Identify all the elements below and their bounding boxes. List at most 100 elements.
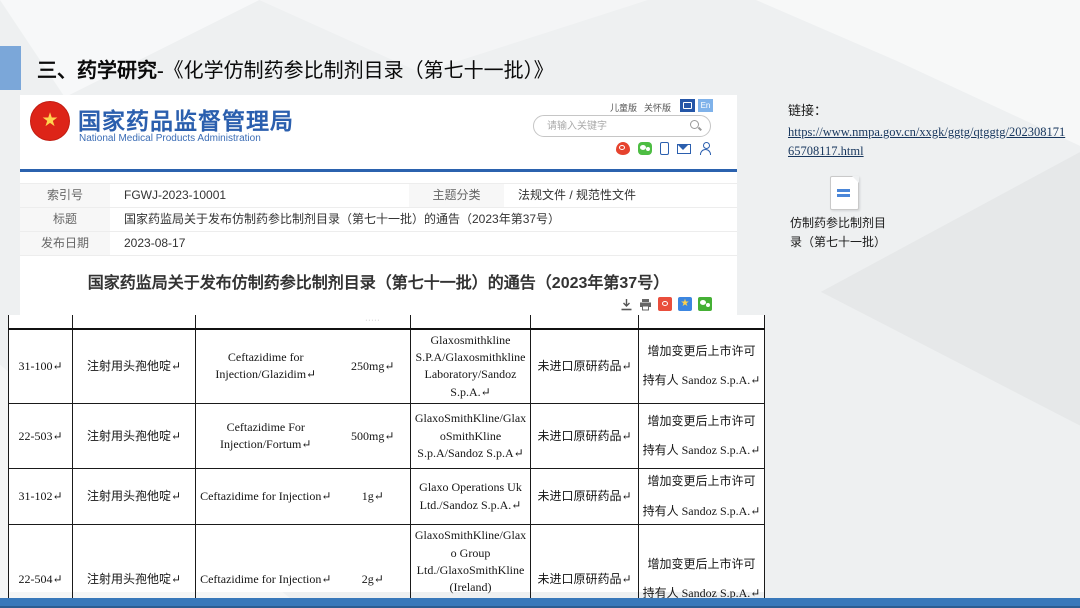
notice-action-icons: ★ bbox=[620, 297, 712, 311]
slide: 三、药学研究-《化学仿制药参比制剂目录（第七十一批）》 国家药品监督管理局 Na… bbox=[0, 0, 1080, 608]
cell-holder: GlaxoSmithKline/GlaxoSmithKline S.p.A/Sa… bbox=[411, 404, 531, 469]
meta-category-label: 主题分类 bbox=[409, 184, 504, 207]
cell-name-cn: 注射用头孢他啶↵ bbox=[73, 329, 196, 404]
illegible-partial-text: ····· bbox=[336, 315, 411, 329]
table-row: 22-503↵ 注射用头孢他啶↵ Ceftazidime For Injecti… bbox=[9, 404, 765, 469]
cell-name-en: Ceftazidime For Injection/Fortum↵ bbox=[196, 404, 336, 469]
cell-id: 31-102↵ bbox=[9, 469, 73, 525]
catalog-table-panel: ····· 31-100↵ 注射用头孢他啶↵ Ceftazidime for I… bbox=[8, 315, 764, 592]
remark-line2: 持有人 Sandoz S.p.A.↵ bbox=[642, 503, 761, 520]
header-divider bbox=[20, 169, 737, 172]
cell-id: 31-100↵ bbox=[9, 329, 73, 404]
cell-holder: GlaxoSmithKline/Glaxo Group Ltd./GlaxoSm… bbox=[411, 525, 531, 608]
title-accent-bar bbox=[0, 46, 21, 90]
table-row: 22-504↵ 注射用头孢他啶↵ Ceftazidime for Injecti… bbox=[9, 525, 765, 608]
remark-line1: 增加变更后上市许可 bbox=[642, 473, 761, 490]
top-links: 儿童版 关怀版 bbox=[610, 101, 671, 114]
nmpa-notice-link[interactable]: https://www.nmpa.gov.cn/xxgk/ggtg/qtggtg… bbox=[788, 123, 1066, 162]
cell-id: 22-503↵ bbox=[9, 404, 73, 469]
share-wechat-icon[interactable] bbox=[698, 297, 712, 311]
care-version-link[interactable]: 关怀版 bbox=[644, 101, 671, 114]
meta-row: 发布日期 2023-08-17 bbox=[20, 232, 737, 256]
table-cell bbox=[639, 315, 765, 329]
cell-spec: 500mg↵ bbox=[336, 404, 411, 469]
cell-name-en: Ceftazidime for Injection/Glazidim↵ bbox=[196, 329, 336, 404]
cell-spec: 1g↵ bbox=[336, 469, 411, 525]
cell-name-cn: 注射用头孢他啶↵ bbox=[73, 469, 196, 525]
mail-icon[interactable] bbox=[677, 144, 691, 154]
cell-origin: 未进口原研药品↵ bbox=[531, 525, 639, 608]
table-cell bbox=[73, 315, 196, 329]
remark-line2: 持有人 Sandoz S.p.A.↵ bbox=[642, 442, 761, 459]
table-partial-row: ····· bbox=[9, 315, 765, 329]
attachment-caption-line2: 录（第七十一批） bbox=[790, 233, 910, 252]
search-input[interactable] bbox=[545, 120, 690, 133]
accessibility-icon[interactable] bbox=[680, 99, 695, 112]
meta-row: 标题 国家药监局关于发布仿制药参比制剂目录（第七十一批）的通告（2023年第37… bbox=[20, 208, 737, 232]
page-title: 三、药学研究-《化学仿制药参比制剂目录（第七十一批）》 bbox=[37, 54, 554, 83]
download-icon[interactable] bbox=[620, 298, 633, 311]
table-cell bbox=[411, 315, 531, 329]
share-favorite-icon[interactable]: ★ bbox=[678, 297, 692, 311]
cell-origin: 未进口原研药品↵ bbox=[531, 404, 639, 469]
cell-spec: 2g↵ bbox=[336, 525, 411, 608]
page-fold bbox=[852, 176, 859, 183]
remark-line2: 持有人 Sandoz S.p.A.↵ bbox=[642, 372, 761, 389]
nmpa-org-name-en: National Medical Products Administration bbox=[79, 133, 261, 144]
page-title-rest: 《化学仿制药参比制剂目录（第七十一批）》 bbox=[164, 60, 554, 82]
meta-row: 索引号 FGWJ-2023-10001 主题分类 法规文件 / 规范性文件 bbox=[20, 184, 737, 208]
meta-title-label: 标题 bbox=[20, 208, 110, 231]
cell-spec: 250mg↵ bbox=[336, 329, 411, 404]
table-row: 31-102↵ 注射用头孢他啶↵ Ceftazidime for Injecti… bbox=[9, 469, 765, 525]
cell-origin: 未进口原研药品↵ bbox=[531, 469, 639, 525]
header-badges: En bbox=[680, 99, 713, 112]
user-icon[interactable] bbox=[699, 142, 712, 155]
meta-category-value: 法规文件 / 规范性文件 bbox=[504, 184, 737, 207]
nmpa-website-panel: 国家药品监督管理局 National Medical Products Admi… bbox=[20, 95, 737, 315]
meta-title-value: 国家药监局关于发布仿制药参比制剂目录（第七十一批）的通告（2023年第37号） bbox=[110, 208, 737, 231]
cell-remark: 增加变更后上市许可 持有人 Sandoz S.p.A.↵ bbox=[639, 329, 765, 404]
national-emblem-icon bbox=[30, 101, 70, 141]
search-icon[interactable] bbox=[690, 120, 702, 132]
cell-name-cn: 注射用头孢他啶↵ bbox=[73, 525, 196, 608]
meta-date-label: 发布日期 bbox=[20, 232, 110, 255]
cell-remark: 增加变更后上市许可 持有人 Sandoz S.p.A.↵ bbox=[639, 525, 765, 608]
remark-line1: 增加变更后上市许可 bbox=[642, 343, 761, 360]
search-box bbox=[533, 115, 711, 137]
cell-name-en: Ceftazidime for Injection↵ bbox=[196, 525, 336, 608]
table-cell bbox=[9, 315, 73, 329]
catalog-table: ····· 31-100↵ 注射用头孢他啶↵ Ceftazidime for I… bbox=[8, 315, 765, 608]
cell-remark: 增加变更后上市许可 持有人 Sandoz S.p.A.↵ bbox=[639, 404, 765, 469]
share-weibo-icon[interactable] bbox=[658, 297, 672, 311]
cell-name-cn: 注射用头孢他啶↵ bbox=[73, 404, 196, 469]
link-label: 链接： bbox=[788, 100, 1073, 119]
cell-id: 22-504↵ bbox=[9, 525, 73, 608]
nmpa-org-name-cn: 国家药品监督管理局 bbox=[78, 102, 294, 136]
children-version-link[interactable]: 儿童版 bbox=[610, 101, 637, 114]
attachment-caption: 仿制药参比制剂目 录（第七十一批） bbox=[790, 214, 910, 252]
table-cell bbox=[531, 315, 639, 329]
attachment-caption-line1: 仿制药参比制剂目 bbox=[790, 214, 910, 233]
meta-index-label: 索引号 bbox=[20, 184, 110, 207]
sidebar: 链接： https://www.nmpa.gov.cn/xxgk/ggtg/qt… bbox=[788, 100, 1073, 162]
cell-name-en: Ceftazidime for Injection↵ bbox=[196, 469, 336, 525]
table-cell bbox=[196, 315, 336, 329]
print-icon[interactable] bbox=[639, 298, 652, 311]
language-en-button[interactable]: En bbox=[698, 99, 713, 112]
notice-title: 国家药监局关于发布仿制药参比制剂目录（第七十一批）的通告（2023年第37号） bbox=[20, 269, 737, 293]
cell-holder: Glaxosmithkline S.P.A/Glaxosmithkline La… bbox=[411, 329, 531, 404]
remark-line1: 增加变更后上市许可 bbox=[642, 413, 761, 430]
social-icon-row bbox=[616, 142, 712, 155]
page-title-prefix: 三、药学研究- bbox=[37, 60, 164, 82]
table-row: 31-100↵ 注射用头孢他啶↵ Ceftazidime for Injecti… bbox=[9, 329, 765, 404]
mobile-icon[interactable] bbox=[660, 142, 669, 155]
document-meta-table: 索引号 FGWJ-2023-10001 主题分类 法规文件 / 规范性文件 标题… bbox=[20, 183, 737, 256]
meta-date-value: 2023-08-17 bbox=[110, 232, 737, 255]
weibo-icon[interactable] bbox=[616, 142, 630, 155]
meta-index-value: FGWJ-2023-10001 bbox=[110, 184, 409, 207]
cell-holder: Glaxo Operations Uk Ltd./Sandoz S.p.A.↵ bbox=[411, 469, 531, 525]
remark-line1: 增加变更后上市许可 bbox=[642, 556, 761, 573]
attachment-document-icon[interactable] bbox=[830, 176, 859, 210]
wechat-icon[interactable] bbox=[638, 142, 652, 155]
cell-origin: 未进口原研药品↵ bbox=[531, 329, 639, 404]
